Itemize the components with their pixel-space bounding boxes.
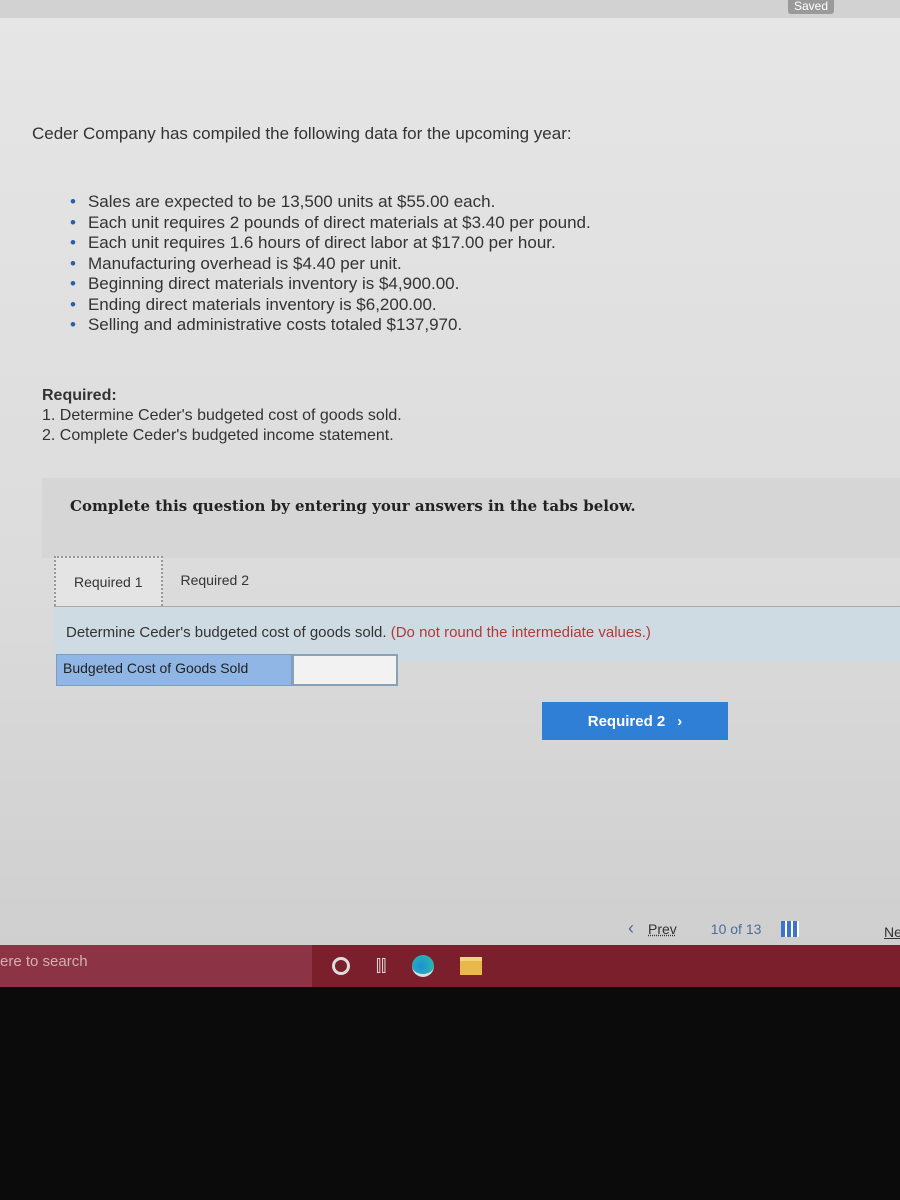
browser-screen: Saved Ceder Company has compiled the fol… — [0, 0, 900, 945]
prev-link[interactable]: Prev — [648, 921, 677, 937]
list-item: Selling and administrative costs totaled… — [70, 315, 591, 336]
tab-required-2[interactable]: Required 2 — [163, 556, 268, 606]
tab-bar: Required 1 Required 2 — [54, 556, 267, 606]
answer-label: Budgeted Cost of Goods Sold — [56, 654, 292, 686]
top-bar: Saved — [0, 0, 900, 18]
data-list: Sales are expected to be 13,500 units at… — [70, 192, 591, 336]
chevron-right-icon: › — [677, 712, 683, 730]
question-note: (Do not round the intermediate values.) — [390, 624, 651, 641]
taskbar: ere to search ⫿⫿ — [0, 945, 900, 987]
file-explorer-icon[interactable] — [460, 957, 483, 975]
list-item: Each unit requires 1.6 hours of direct l… — [70, 233, 591, 254]
current-page: 10 — [710, 920, 727, 937]
next-button-label: Required 2 — [587, 712, 666, 730]
edge-browser-icon[interactable] — [412, 955, 435, 977]
taskbar-search[interactable]: ere to search — [0, 945, 312, 987]
answer-row: Budgeted Cost of Goods Sold — [56, 654, 398, 686]
cortana-icon[interactable] — [332, 957, 350, 975]
instructions-band — [42, 478, 900, 558]
question-text: Determine Ceder's budgeted cost of goods… — [66, 624, 651, 641]
problem-intro: Ceder Company has compiled the following… — [32, 124, 572, 143]
budgeted-cogs-input[interactable] — [292, 654, 398, 686]
chevron-left-icon[interactable]: ‹ — [628, 918, 634, 939]
pagination: ‹ Prev 10 of 13 — [628, 918, 800, 939]
required-item: 2. Complete Ceder's budgeted income stat… — [42, 427, 394, 444]
taskbar-icons: ⫿⫿ — [318, 945, 483, 987]
list-item: Each unit requires 2 pounds of direct ma… — [70, 213, 591, 234]
next-link[interactable]: Ne — [884, 924, 900, 940]
required-item: 1. Determine Ceder's budgeted cost of go… — [42, 407, 402, 424]
saved-status: Saved — [788, 0, 835, 14]
task-view-icon[interactable]: ⫿⫿ — [376, 956, 386, 976]
list-item: Sales are expected to be 13,500 units at… — [70, 192, 591, 213]
list-item: Manufacturing overhead is $4.40 per unit… — [70, 254, 591, 275]
question: Determine Ceder's budgeted cost of goods… — [66, 624, 387, 641]
page-of: of — [730, 920, 742, 937]
instructions: Complete this question by entering your … — [70, 497, 636, 515]
required-2-next-button[interactable]: Required 2 › — [542, 702, 728, 740]
list-item: Ending direct materials inventory is $6,… — [70, 295, 591, 316]
tab-required-1[interactable]: Required 1 — [54, 556, 163, 606]
total-pages: 13 — [745, 920, 762, 937]
required-heading: Required: — [42, 387, 117, 404]
list-item: Beginning direct materials inventory is … — [70, 274, 591, 295]
required-section: Required: 1. Determine Ceder's budgeted … — [42, 386, 402, 446]
grid-icon[interactable] — [781, 920, 800, 937]
